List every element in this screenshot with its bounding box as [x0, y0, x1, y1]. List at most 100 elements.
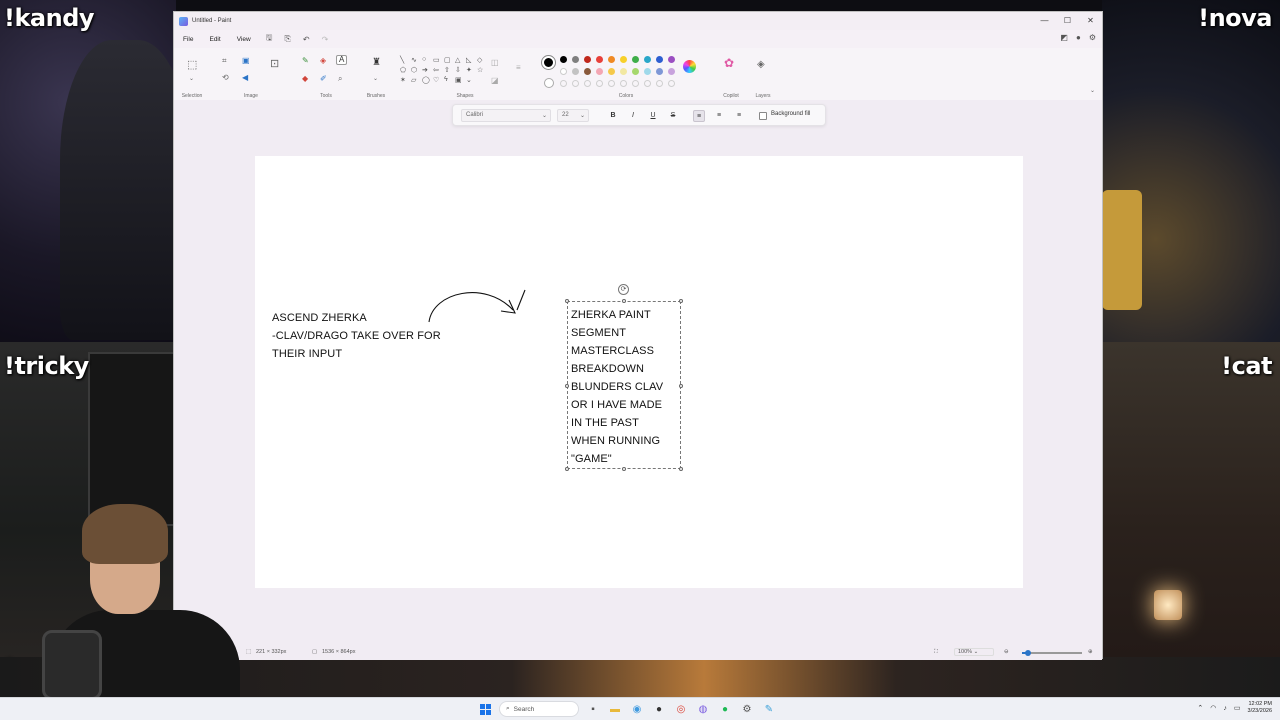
discord-icon[interactable]: ◍	[695, 701, 711, 717]
task-view-icon[interactable]: ▪	[585, 701, 601, 717]
custom-color-slot[interactable]	[620, 80, 627, 87]
shapes-gallery[interactable]: ╲ ∿ ○ ▭ ▢ △ ◺ ◇ ⬠ ⬡ ➔ ⇦ ⇧ ⇩ ✦ ☆ ✶ ▱ ◯ ♡ ϟ ▣ ⌄	[400, 56, 488, 86]
crop-icon[interactable]: ⌗	[222, 57, 227, 65]
magnifier-icon[interactable]: ⌕	[338, 75, 342, 83]
font-family-select[interactable]: Calibri ⌄	[461, 109, 551, 122]
strikethrough-button[interactable]: S	[667, 110, 679, 122]
spotify-icon[interactable]: ●	[717, 701, 733, 717]
text-tool-icon[interactable]: A	[336, 55, 348, 65]
resize-handle[interactable]	[565, 299, 569, 303]
menu-edit[interactable]: Edit	[208, 34, 221, 45]
chrome-icon[interactable]: ◎	[673, 701, 689, 717]
color-picker-icon[interactable]: ✐	[320, 75, 327, 83]
color-swatch[interactable]	[668, 68, 675, 75]
brush-chevron-icon[interactable]: ⌄	[373, 76, 378, 82]
resize-handle[interactable]	[565, 467, 569, 471]
clock[interactable]: 12:02 PM 3/23/2026	[1248, 701, 1272, 715]
primary-color[interactable]	[542, 56, 555, 69]
rotate-icon[interactable]: ⟲	[222, 74, 229, 82]
resize-icon[interactable]: ▣	[242, 57, 250, 65]
undo-icon[interactable]: ↶	[303, 35, 310, 44]
color-swatch[interactable]	[644, 56, 651, 63]
color-swatch[interactable]	[608, 68, 615, 75]
color-swatch[interactable]	[584, 68, 591, 75]
browser-icon[interactable]: ◉	[629, 701, 645, 717]
italic-button[interactable]: I	[627, 110, 639, 122]
color-swatch[interactable]	[596, 56, 603, 63]
resize-handle[interactable]	[679, 299, 683, 303]
background-fill-checkbox[interactable]	[759, 112, 767, 120]
resize-handle[interactable]	[679, 384, 683, 388]
menu-view[interactable]: View	[236, 34, 252, 45]
custom-color-slot[interactable]	[656, 80, 663, 87]
color-swatch[interactable]	[656, 56, 663, 63]
color-swatch[interactable]	[560, 56, 567, 63]
color-palette[interactable]	[560, 56, 680, 92]
resize-handle[interactable]	[565, 384, 569, 388]
zoom-slider[interactable]	[1022, 650, 1082, 656]
outline-icon[interactable]: ◫	[491, 59, 499, 67]
brush-icon[interactable]: ♜	[372, 58, 381, 68]
text-box[interactable]: ZHERKA PAINT SEGMENT MASTERCLASS BREAKDO…	[565, 299, 683, 471]
feedback-icon[interactable]: ◩	[1060, 33, 1068, 42]
color-swatch[interactable]	[632, 56, 639, 63]
minimize-button[interactable]: —	[1033, 12, 1056, 29]
layers-icon[interactable]: ◈	[757, 60, 765, 70]
align-right-icon[interactable]: ≡	[733, 110, 745, 122]
color-swatch[interactable]	[572, 68, 579, 75]
maximize-button[interactable]: ☐	[1056, 12, 1079, 29]
chevron-down-icon[interactable]: ⌄	[189, 76, 194, 82]
wifi-icon[interactable]: ◠	[1210, 704, 1216, 712]
selection-icon[interactable]: ⬚	[187, 60, 197, 71]
color-swatch[interactable]	[620, 56, 627, 63]
bold-button[interactable]: B	[607, 110, 619, 122]
tray-chevron-icon[interactable]: ⌃	[1197, 704, 1203, 712]
share-icon[interactable]: ⎘	[285, 34, 291, 44]
custom-color-slot[interactable]	[632, 80, 639, 87]
color-swatch[interactable]	[560, 68, 567, 75]
close-button[interactable]: ✕	[1079, 12, 1102, 29]
start-button[interactable]	[477, 701, 493, 717]
custom-color-slot[interactable]	[644, 80, 651, 87]
custom-color-slot[interactable]	[596, 80, 603, 87]
resize-handle[interactable]	[622, 467, 626, 471]
color-swatch[interactable]	[668, 56, 675, 63]
zoom-select[interactable]: 100% ⌄	[954, 648, 994, 656]
align-left-icon[interactable]: ≡	[693, 110, 705, 122]
drawing-canvas[interactable]: ASCEND ZHERKA -CLAV/DRAGO TAKE OVER FOR …	[255, 156, 1023, 588]
zoom-out-icon[interactable]: ⊖	[1004, 649, 1009, 655]
fit-to-window-icon[interactable]: ⛶	[934, 649, 938, 656]
resize-handle[interactable]	[622, 299, 626, 303]
copilot-icon[interactable]: ✿	[724, 57, 734, 69]
taskbar-search[interactable]: ⌕ Search	[499, 701, 579, 717]
color-swatch[interactable]	[644, 68, 651, 75]
file-explorer-icon[interactable]: ▬	[607, 701, 623, 717]
settings-icon[interactable]: ⚙	[1089, 33, 1096, 42]
size-icon[interactable]: ≡	[516, 64, 521, 72]
color-swatch[interactable]	[656, 68, 663, 75]
custom-color-slot[interactable]	[668, 80, 675, 87]
color-swatch[interactable]	[608, 56, 615, 63]
color-swatch[interactable]	[572, 56, 579, 63]
color-swatch[interactable]	[632, 68, 639, 75]
battery-icon[interactable]: ▭	[1234, 704, 1241, 712]
paint-taskbar-icon[interactable]: ✎	[761, 701, 777, 717]
remove-background-icon[interactable]: ⊡	[270, 59, 279, 70]
flip-icon[interactable]: ◀	[242, 74, 248, 82]
align-center-icon[interactable]: ≡	[713, 110, 725, 122]
font-size-select[interactable]: 22 ⌄	[557, 109, 589, 122]
resize-handle[interactable]	[679, 467, 683, 471]
custom-color-slot[interactable]	[608, 80, 615, 87]
collapse-ribbon-icon[interactable]: ⌄	[1090, 88, 1095, 94]
color-swatch[interactable]	[620, 68, 627, 75]
textbox-content[interactable]: ZHERKA PAINT SEGMENT MASTERCLASS BREAKDO…	[571, 306, 681, 468]
settings-app-icon[interactable]: ⚙	[739, 701, 755, 717]
pencil-icon[interactable]: ✎	[302, 57, 309, 65]
save-icon[interactable]: 🖫	[266, 32, 273, 46]
menu-file[interactable]: File	[182, 34, 194, 45]
shape-fill-icon[interactable]: ◪	[491, 77, 499, 85]
rotate-handle-icon[interactable]: ⟳	[618, 284, 629, 295]
account-icon[interactable]: ●	[1076, 33, 1081, 42]
volume-icon[interactable]: ♪	[1223, 705, 1227, 712]
custom-color-slot[interactable]	[572, 80, 579, 87]
